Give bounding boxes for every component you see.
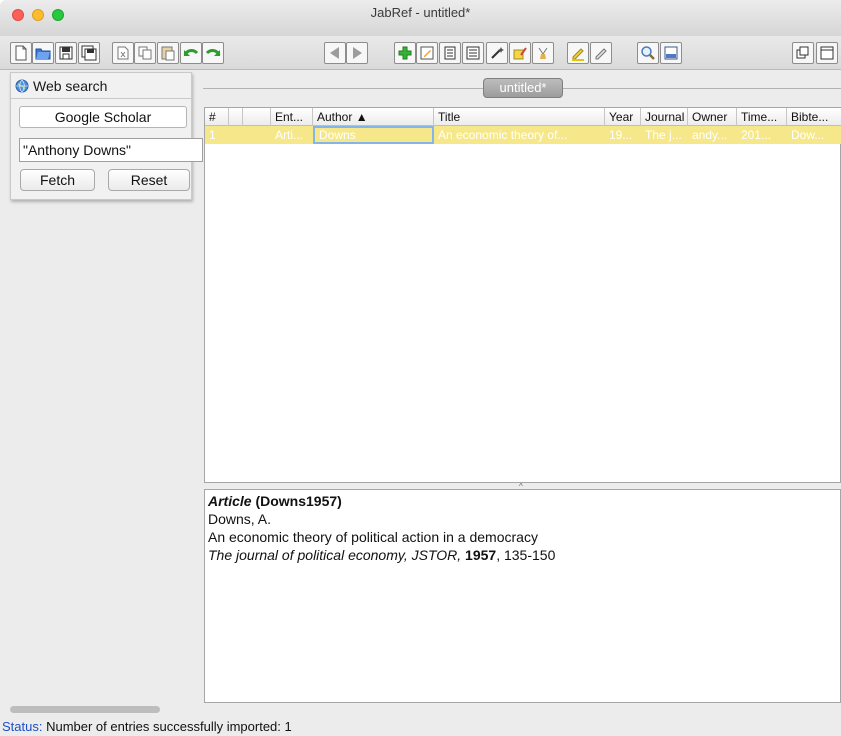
web-search-panel: Web search Google Scholar "Anthony Downs… xyxy=(10,72,203,200)
undo-icon xyxy=(183,49,199,56)
preview-author: Downs, A. xyxy=(208,511,272,527)
paste-button[interactable] xyxy=(157,42,179,64)
status-label: Status: xyxy=(2,719,43,734)
cell-year: 19... xyxy=(609,128,633,142)
save-all-button[interactable] xyxy=(78,42,100,64)
save-icon xyxy=(59,46,73,60)
preview-pane-icon xyxy=(664,46,678,60)
column-header-journal[interactable]: Journal xyxy=(641,108,688,126)
forward-button[interactable] xyxy=(346,42,368,64)
toolbar xyxy=(0,36,841,70)
view-source-button[interactable] xyxy=(439,42,461,64)
status-bar: Status: Number of entries successfully i… xyxy=(2,719,292,734)
pencil-icon xyxy=(595,48,607,60)
cut-icon xyxy=(117,46,129,60)
cut-button[interactable] xyxy=(112,42,134,64)
copy-button[interactable] xyxy=(134,42,156,64)
cell-entrytype: Arti... xyxy=(275,128,304,142)
magic-wand-icon xyxy=(491,47,504,59)
title-bar: JabRef - untitled* xyxy=(0,0,841,36)
new-file-icon xyxy=(15,45,27,61)
column-header-entrytype[interactable]: Ent... xyxy=(271,108,313,126)
entry-preview: Article (Downs1957) Downs, A. An economi… xyxy=(204,489,841,703)
toggle-preview-button[interactable] xyxy=(660,42,682,64)
web-search-header: Web search xyxy=(11,73,191,99)
new-database-button[interactable] xyxy=(10,42,32,64)
arrow-right-icon xyxy=(353,47,362,59)
window-icon xyxy=(820,46,834,60)
open-database-button[interactable] xyxy=(32,42,54,64)
broom-icon xyxy=(538,47,548,59)
cleanup-button[interactable] xyxy=(486,42,508,64)
cell-title: An economic theory of... xyxy=(438,128,568,142)
preview-year: 1957 xyxy=(465,547,497,563)
web-search-toggle-button[interactable] xyxy=(816,42,838,64)
globe-icon xyxy=(15,79,29,93)
column-header-number[interactable]: # xyxy=(205,108,229,126)
cell-timestamp: 201... xyxy=(741,128,772,142)
cell-owner: andy... xyxy=(692,128,728,142)
cell-journal: The j... xyxy=(645,128,682,142)
duplicate-icon xyxy=(796,46,809,59)
save-button[interactable] xyxy=(55,42,77,64)
app-window: JabRef - untitled* Web search Google Sch… xyxy=(0,0,841,736)
list-icon xyxy=(466,46,480,60)
web-search-title: Web search xyxy=(33,78,108,94)
preview-citation: The journal of political economy, JSTOR,… xyxy=(208,546,837,564)
cell-number: 1 xyxy=(209,128,216,142)
search-engine-select[interactable]: Google Scholar xyxy=(19,106,187,128)
tab-untitled[interactable]: untitled* xyxy=(483,78,563,98)
plus-icon xyxy=(398,46,412,60)
redo-icon xyxy=(205,49,221,56)
cell-author[interactable]: Downs xyxy=(313,126,434,144)
edit-icon xyxy=(420,46,434,60)
column-header-url[interactable] xyxy=(243,108,271,126)
undo-button[interactable] xyxy=(180,42,202,64)
column-header-author[interactable]: Author ▲ xyxy=(313,108,434,126)
column-header-year[interactable]: Year xyxy=(605,108,641,126)
preview-pages: , 135-150 xyxy=(496,547,556,563)
column-header-title[interactable]: Title xyxy=(434,108,605,126)
new-entry-button[interactable] xyxy=(394,42,416,64)
copy-key-button[interactable] xyxy=(792,42,814,64)
table-row[interactable]: 1 Arti... Downs An economic theory of...… xyxy=(205,126,841,144)
table-header: # Ent... Author ▲ Title Year Journal Own… xyxy=(205,108,841,126)
redo-button[interactable] xyxy=(202,42,224,64)
reset-button[interactable]: Reset xyxy=(108,169,190,191)
mark-entries-button[interactable] xyxy=(509,42,531,64)
cell-bibtexkey: Dow... xyxy=(791,128,825,142)
preview-title: An economic theory of political action i… xyxy=(208,529,538,545)
sidepane-scrollbar[interactable] xyxy=(10,706,160,713)
paste-icon xyxy=(161,46,175,61)
column-header-bibtexkey[interactable]: Bibte... xyxy=(787,108,841,126)
back-button[interactable] xyxy=(324,42,346,64)
status-text: Number of entries successfully imported:… xyxy=(42,719,292,734)
marker-icon xyxy=(513,47,527,60)
document-icon xyxy=(444,46,456,60)
search-query-input[interactable]: "Anthony Downs" xyxy=(19,138,203,162)
fetch-button[interactable]: Fetch xyxy=(20,169,95,191)
preview-heading: Article (Downs1957) xyxy=(208,492,837,510)
open-folder-icon xyxy=(35,48,51,60)
copy-icon xyxy=(138,46,152,60)
search-button[interactable] xyxy=(637,42,659,64)
arrow-left-icon xyxy=(330,47,339,59)
preview-key: (Downs1957) xyxy=(251,493,342,509)
column-header-owner[interactable]: Owner xyxy=(688,108,737,126)
preview-entry-type: Article xyxy=(208,493,252,509)
entry-list-button[interactable] xyxy=(462,42,484,64)
unhighlight-button[interactable] xyxy=(590,42,612,64)
highlighter-icon xyxy=(572,48,584,61)
highlight-button[interactable] xyxy=(567,42,589,64)
window-title: JabRef - untitled* xyxy=(370,5,471,20)
unmark-entries-button[interactable] xyxy=(532,42,554,64)
preview-journal: The journal of political economy, JSTOR, xyxy=(208,547,462,563)
column-header-timestamp[interactable]: Time... xyxy=(737,108,787,126)
save-all-icon xyxy=(81,45,97,61)
entry-table: # Ent... Author ▲ Title Year Journal Own… xyxy=(204,107,841,483)
column-header-file[interactable] xyxy=(229,108,243,126)
edit-entry-button[interactable] xyxy=(416,42,438,64)
magnifier-icon xyxy=(641,46,655,60)
